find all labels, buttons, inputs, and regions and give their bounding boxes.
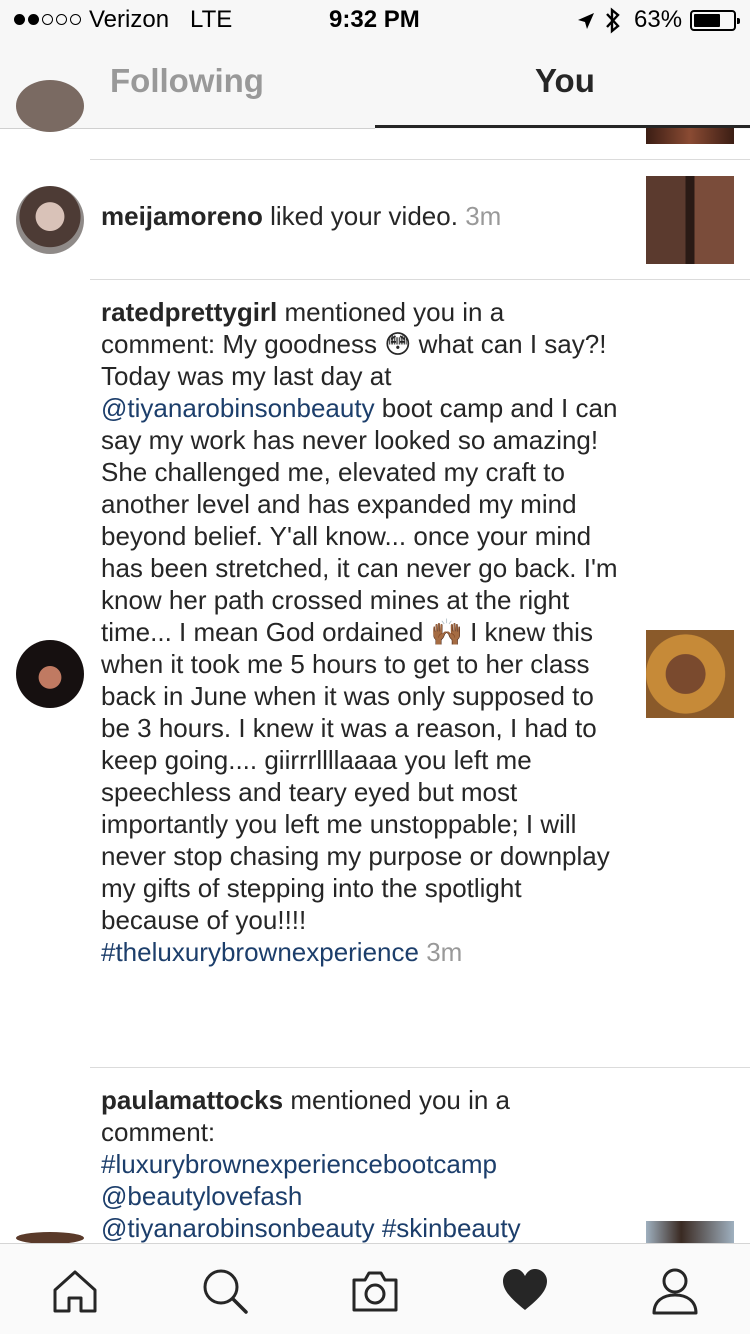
mention-link[interactable]: @tiyanarobinsonbeauty [101, 393, 375, 423]
divider [90, 279, 750, 280]
camera-icon[interactable] [350, 1266, 400, 1316]
profile-icon[interactable] [650, 1266, 700, 1316]
video-thumbnail[interactable] [646, 176, 734, 264]
notification-text: ratedprettygirl mentioned you in a comme… [101, 296, 621, 968]
timestamp: 3m [426, 937, 463, 967]
status-bar: Verizon LTE 9:32 PM 63% [0, 0, 750, 40]
header: Verizon LTE 9:32 PM 63% Following You [0, 0, 750, 129]
mention-link[interactable]: @tiyanarobinsonbeauty [101, 1213, 375, 1243]
username[interactable]: paulamattocks [101, 1085, 283, 1115]
avatar-ratedprettygirl[interactable] [16, 640, 84, 708]
hashtag-link[interactable]: #luxurybrownexperiencebootcamp [101, 1148, 621, 1180]
post-thumbnail[interactable] [646, 630, 734, 718]
notification-action: liked your video. [270, 201, 458, 231]
emoji: 😳 [384, 329, 412, 359]
bluetooth-icon [606, 7, 620, 34]
network-type: LTE [190, 6, 233, 33]
notification-text: paulamattocks mentioned you in a comment… [101, 1084, 621, 1244]
search-icon[interactable] [200, 1266, 250, 1316]
hashtag-link[interactable]: #skinbeauty [382, 1213, 521, 1243]
mention-link[interactable]: @beautylovefash [101, 1180, 621, 1212]
hashtag-link[interactable]: #theluxurybrownexperience [101, 937, 419, 967]
comment-body: mentioned you in a comment: My goodness … [101, 297, 618, 967]
divider [90, 1067, 750, 1068]
post-thumbnail[interactable] [646, 1221, 734, 1243]
battery-icon [690, 10, 740, 31]
heart-icon[interactable] [500, 1266, 550, 1316]
notification-text: meijamoreno liked your video. 3m [101, 200, 621, 232]
post-thumbnail[interactable] [646, 128, 734, 144]
battery-percent: 63% [634, 6, 683, 33]
carrier: Verizon [89, 6, 170, 33]
tab-following[interactable]: Following [110, 62, 264, 100]
bottom-nav [0, 1243, 750, 1334]
clock: 9:32 PM [329, 6, 420, 33]
emoji: 🙌🏾 [430, 617, 463, 647]
location-arrow-icon [578, 13, 594, 29]
signal-strength-icon [14, 14, 81, 25]
home-icon[interactable] [50, 1266, 100, 1316]
username[interactable]: ratedprettygirl [101, 297, 277, 327]
comment-text: I knew this when it took me 5 hours to g… [101, 617, 610, 935]
timestamp: 3m [465, 201, 502, 231]
username[interactable]: meijamoreno [101, 201, 263, 231]
avatar[interactable] [16, 80, 84, 132]
comment-text: boot camp and I can say my work has neve… [101, 393, 618, 647]
divider [90, 159, 750, 160]
tab-you[interactable]: You [535, 62, 595, 100]
avatar-meijamoreno[interactable] [16, 186, 84, 254]
